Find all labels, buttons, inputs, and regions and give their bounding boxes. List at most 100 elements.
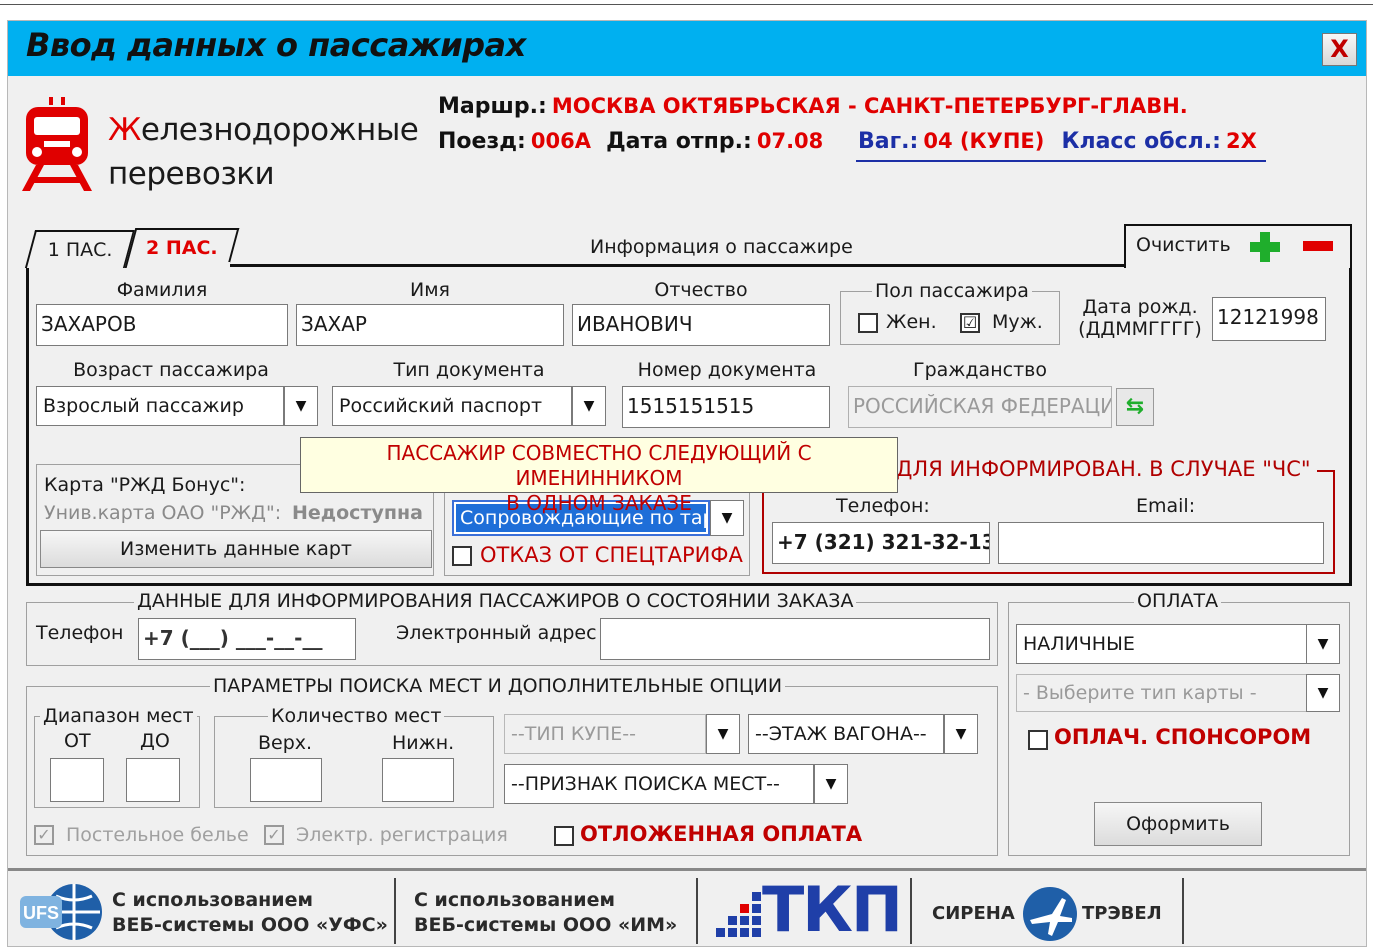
chevron-down-icon[interactable]: ▼	[1306, 674, 1340, 712]
train-value: 006А	[530, 129, 591, 153]
chevron-down-icon[interactable]: ▼	[284, 386, 318, 426]
doc-type-select[interactable]: Российский паспорт	[332, 386, 572, 426]
chevron-down-icon[interactable]: ▼	[814, 764, 848, 804]
im-caption: С использованием ВЕБ-системы ООО «ИМ»	[414, 889, 678, 936]
car-label: Ваг.:	[858, 129, 919, 154]
gender-female-checkbox[interactable]	[858, 313, 878, 333]
name-input[interactable]: ЗАХАР	[296, 304, 564, 346]
citizenship-input[interactable]: РОССИЙСКАЯ ФЕДЕРАЦИ	[848, 386, 1112, 428]
deferred-payment-label: ОТЛОЖЕННАЯ ОПЛАТА	[580, 822, 863, 846]
car-value: 04 (КУПЕ)	[923, 129, 1045, 153]
e-registration-checkbox[interactable]: ✓	[264, 825, 284, 845]
gender-male-checkbox[interactable]: ☑	[960, 313, 980, 333]
card-type-select[interactable]: - Выберите тип карты -	[1016, 674, 1308, 712]
sirena-right-text: ТРЭВЕЛ	[1082, 903, 1162, 924]
checkmark-icon: ☑	[962, 313, 978, 332]
order-phone-input[interactable]: +7 (___) ___-__-__	[138, 618, 356, 660]
seat-search-sign-select[interactable]: --ПРИЗНАК ПОИСКА МЕСТ--	[504, 764, 814, 804]
tooltip: ПАССАЖИР СОВМЕСТНО СЛЕДУЮЩИЙ С ИМЕНИННИК…	[300, 437, 898, 515]
payment-method-select[interactable]: НАЛИЧНЫЕ	[1016, 624, 1308, 664]
close-button[interactable]: X	[1322, 33, 1357, 66]
e-registration-label: Электр. регистрация	[296, 824, 508, 846]
plus-icon[interactable]	[1250, 232, 1280, 262]
footer-separator	[696, 878, 698, 944]
brand-line1: елезнодорожные	[140, 112, 419, 148]
upper-seats-input[interactable]	[250, 758, 322, 802]
top-divider	[0, 4, 1373, 5]
window-title: Ввод данных о пассажирах	[26, 26, 526, 64]
range-to-input[interactable]	[126, 758, 180, 802]
footer-separator	[1182, 878, 1184, 944]
bedding-checkbox[interactable]: ✓	[34, 825, 54, 845]
footer-divider	[8, 868, 1366, 871]
gender-male-label: Муж.	[992, 311, 1043, 333]
seat-range-title: Диапазон мест	[40, 705, 197, 727]
chevron-down-icon[interactable]: ▼	[944, 714, 978, 754]
univ-card-label: Унив.карта ОАО "РЖД":	[44, 502, 282, 524]
sponsor-label: ОПЛАЧ. СПОНСОРОМ	[1054, 725, 1312, 749]
order-email-input[interactable]	[600, 618, 990, 660]
tab-passenger-1[interactable]: 1 ПАС.	[24, 230, 136, 268]
refuse-special-tariff-label: ОТКАЗ ОТ СПЕЦТАРИФА	[480, 543, 743, 567]
route-value: МОСКВА ОКТЯБРЬСКАЯ - САНКТ-ПЕТЕРБУРГ-ГЛА…	[551, 94, 1188, 118]
emergency-title: ДЛЯ ИНФОРМИРОВАН. В СЛУЧАЕ "ЧС"	[896, 457, 1317, 481]
deferred-payment-checkbox[interactable]	[554, 826, 574, 846]
surname-input[interactable]: ЗАХАРОВ	[36, 304, 288, 346]
doc-type-label: Тип документа	[393, 359, 545, 381]
route-line: Маршр.: МОСКВА ОКТЯБРЬСКАЯ - САНКТ-ПЕТЕР…	[438, 94, 1188, 119]
ufs-badge: UFS	[23, 903, 59, 923]
sirena-left-text: СИРЕНА	[932, 903, 1015, 924]
range-to-label: ДО	[140, 730, 170, 752]
chevron-down-icon[interactable]: ▼	[1306, 624, 1340, 664]
age-select[interactable]: Взрослый пассажир	[36, 386, 284, 426]
car-class-line: Ваг.: 04 (КУПЕ) Класс обсл.: 2Х	[858, 129, 1257, 154]
lower-seats-label: Нижн.	[392, 732, 455, 754]
citizenship-label: Гражданство	[913, 359, 1047, 381]
emergency-email-label: Email:	[1136, 495, 1196, 517]
train-label: Поезд:	[438, 129, 526, 154]
change-cards-button[interactable]: Изменить данные карт	[40, 530, 432, 568]
footer-separator	[910, 878, 912, 944]
plane-icon	[1023, 887, 1077, 941]
doc-number-input[interactable]: 1515151515	[622, 386, 830, 428]
sponsor-checkbox[interactable]	[1028, 730, 1048, 750]
emergency-email-input[interactable]	[998, 522, 1324, 564]
brand-name: Железнодорожные перевозки	[108, 108, 419, 196]
refuse-special-tariff-checkbox[interactable]	[452, 546, 472, 566]
surname-label: Фамилия	[116, 279, 208, 301]
lower-seats-input[interactable]	[382, 758, 454, 802]
submit-order-button[interactable]: Оформить	[1094, 802, 1262, 846]
upper-seats-label: Верх.	[258, 732, 313, 754]
minus-icon[interactable]	[1303, 241, 1333, 251]
swap-icon[interactable]: ⇆	[1116, 388, 1154, 426]
chevron-down-icon[interactable]: ▼	[706, 714, 740, 754]
name-label: Имя	[410, 279, 450, 301]
brand-line2: перевозки	[108, 156, 275, 192]
footer-separator	[394, 878, 396, 944]
train-line: Поезд: 006А Дата отпр.: 07.08	[438, 129, 823, 154]
bedding-label: Постельное белье	[66, 824, 249, 846]
active-tab-joint	[134, 262, 230, 268]
clear-button[interactable]: Очистить	[1136, 234, 1231, 256]
patronymic-label: Отчество	[654, 279, 748, 301]
class-value: 2Х	[1226, 129, 1257, 153]
doc-number-label: Номер документа	[637, 359, 817, 381]
chevron-down-icon[interactable]: ▼	[572, 386, 606, 426]
close-icon: X	[1330, 35, 1349, 63]
order-phone-label: Телефон	[36, 622, 124, 644]
gender-female-label: Жен.	[886, 311, 937, 333]
order-info-title: ДАННЫЕ ДЛЯ ИНФОРМИРОВАНИЯ ПАССАЖИРОВ О С…	[134, 590, 857, 612]
class-label: Класс обсл.:	[1061, 129, 1221, 154]
payment-title: ОПЛАТА	[1134, 590, 1222, 612]
compartment-type-select[interactable]: --ТИП КУПЕ--	[504, 714, 706, 754]
range-from-input[interactable]	[50, 758, 104, 802]
car-floor-select[interactable]: --ЭТАЖ ВАГОНА--	[748, 714, 944, 754]
order-email-label: Электронный адрес	[396, 622, 597, 644]
patronymic-input[interactable]: ИВАНОВИЧ	[572, 304, 830, 346]
brand-first-letter: Ж	[108, 112, 141, 148]
ufs-caption: С использованием ВЕБ-системы ООО «УФС»	[112, 889, 388, 936]
passenger-info-title: Информация о пассажире	[590, 236, 853, 258]
emergency-phone-input[interactable]: +7 (321) 321-32-13	[772, 522, 990, 564]
birth-date-input[interactable]: 12121998	[1212, 297, 1326, 341]
globe-icon: UFS	[20, 884, 102, 940]
